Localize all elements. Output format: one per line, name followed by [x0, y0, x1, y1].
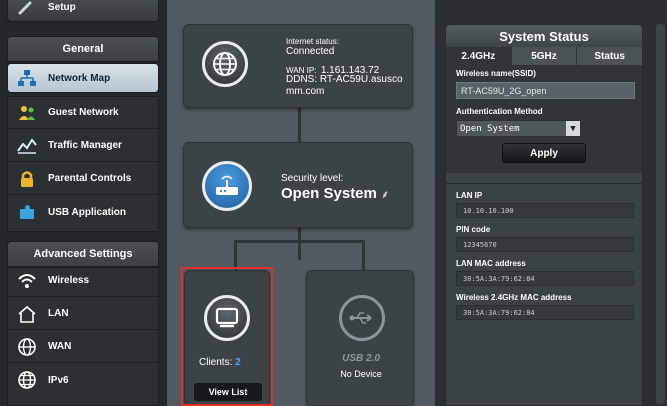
- setup-button[interactable]: Setup: [7, 0, 159, 22]
- globe-icon: [202, 41, 248, 87]
- sidebar: Setup General Network Map Guest Network: [0, 0, 167, 406]
- wireless-mac-label: Wireless 2.4GHz MAC address: [456, 293, 572, 302]
- sidebar-item-guest-network[interactable]: Guest Network: [8, 97, 158, 129]
- traffic-manager-icon: [16, 136, 38, 156]
- unlock-icon: ⸙: [381, 189, 390, 201]
- usb-icon: [339, 295, 385, 341]
- wireless-settings-section: Wireless name(SSID) RT-AC59U_2G_open Aut…: [446, 65, 642, 173]
- sidebar-item-label: USB Application: [48, 206, 126, 218]
- status-tabs: 2.4GHz 5GHz Status: [446, 47, 643, 65]
- tab-5ghz[interactable]: 5GHz: [511, 47, 578, 65]
- pin-code-value: 12345670: [456, 237, 634, 252]
- sidebar-item-wan[interactable]: WAN: [8, 331, 158, 363]
- ipv6-globe-icon: [16, 370, 38, 390]
- lan-mac-value: 30:5A:3A:79:62:84: [456, 271, 634, 286]
- system-status-panel: System Status 2.4GHz 5GHz Status Wireles…: [445, 24, 643, 406]
- chevron-down-icon: ▼: [566, 121, 580, 136]
- clients-highlight-frame: [181, 267, 273, 406]
- auth-method-label: Authentication Method: [456, 107, 543, 116]
- sidebar-item-ipv6[interactable]: IPv6: [8, 364, 158, 396]
- connector-line: [234, 240, 365, 243]
- home-icon: [16, 304, 38, 324]
- sidebar-item-label: Network Map: [48, 72, 111, 84]
- ssid-label: Wireless name(SSID): [456, 69, 536, 78]
- tab-2-4ghz[interactable]: 2.4GHz: [446, 47, 512, 65]
- general-header: General: [7, 36, 159, 62]
- wireless-mac-value: 30:5A:3A:79:62:84: [456, 305, 634, 320]
- sidebar-item-usb-application[interactable]: USB Application: [8, 196, 158, 228]
- sidebar-item-lan[interactable]: LAN: [8, 298, 158, 330]
- tab-status[interactable]: Status: [577, 47, 643, 65]
- network-map-area: Internet status: Connected WAN IP: 1.161…: [167, 0, 435, 406]
- ddns-line-2: mm.com: [286, 86, 325, 97]
- wifi-icon: [16, 271, 38, 291]
- network-map-icon: [16, 69, 38, 87]
- ssid-field[interactable]: RT-AC59U_2G_open: [456, 82, 635, 99]
- advanced-settings-header: Advanced Settings: [7, 241, 159, 267]
- connector-line: [362, 240, 365, 270]
- sidebar-item-label: Wireless: [48, 275, 90, 286]
- auth-method-value: Open System: [460, 123, 520, 134]
- lan-ip-value: 10.10.10.100: [456, 203, 634, 218]
- sidebar-item-label: Guest Network: [48, 107, 119, 118]
- connector-line: [298, 228, 301, 260]
- globe-icon: [16, 337, 38, 357]
- sidebar-item-label: Traffic Manager: [48, 140, 122, 151]
- pin-code-label: PIN code: [456, 225, 491, 234]
- setup-label: Setup: [48, 1, 76, 13]
- scrollbar-thumb[interactable]: [656, 24, 665, 404]
- connector-line: [298, 108, 301, 142]
- sidebar-item-label: WAN: [48, 341, 72, 352]
- sidebar-item-wireless[interactable]: Wireless: [8, 265, 158, 297]
- connector-line: [234, 240, 237, 270]
- security-level-label: Security level:: [281, 173, 344, 184]
- usb-version-badge: USB 2.0: [342, 353, 380, 364]
- internet-status-label: Internet status:: [286, 37, 339, 46]
- auth-method-select[interactable]: Open System ▼: [456, 120, 581, 137]
- sidebar-item-network-map[interactable]: Network Map: [7, 63, 159, 93]
- usb-status: No Device: [340, 369, 382, 379]
- ddns-line-1: DDNS: RT-AC59U.asusco: [286, 74, 403, 85]
- sidebar-item-label: Parental Controls: [48, 173, 132, 184]
- sidebar-item-traffic-manager[interactable]: Traffic Manager: [8, 130, 158, 162]
- router-icon: [202, 161, 252, 211]
- router-card[interactable]: Security level: Open System ⸙: [183, 142, 413, 228]
- sidebar-item-label: IPv6: [48, 374, 69, 386]
- usb-card[interactable]: USB 2.0 No Device: [306, 270, 414, 406]
- sidebar-item-label: LAN: [48, 308, 69, 319]
- internet-status-card[interactable]: Internet status: Connected WAN IP: 1.161…: [183, 24, 413, 108]
- system-status-title: System Status: [446, 25, 642, 47]
- security-level-value: Open System: [281, 185, 377, 202]
- security-level-row: Open System ⸙: [281, 185, 389, 202]
- guest-network-icon: [16, 103, 38, 123]
- apply-button[interactable]: Apply: [502, 143, 586, 163]
- puzzle-icon: [16, 202, 38, 222]
- lock-icon: [16, 169, 38, 189]
- lan-mac-label: LAN MAC address: [456, 259, 526, 268]
- wand-icon: [16, 0, 38, 16]
- lan-ip-label: LAN IP: [456, 191, 483, 200]
- internet-status-value: Connected: [286, 46, 335, 57]
- sidebar-item-parental-controls[interactable]: Parental Controls: [8, 163, 158, 195]
